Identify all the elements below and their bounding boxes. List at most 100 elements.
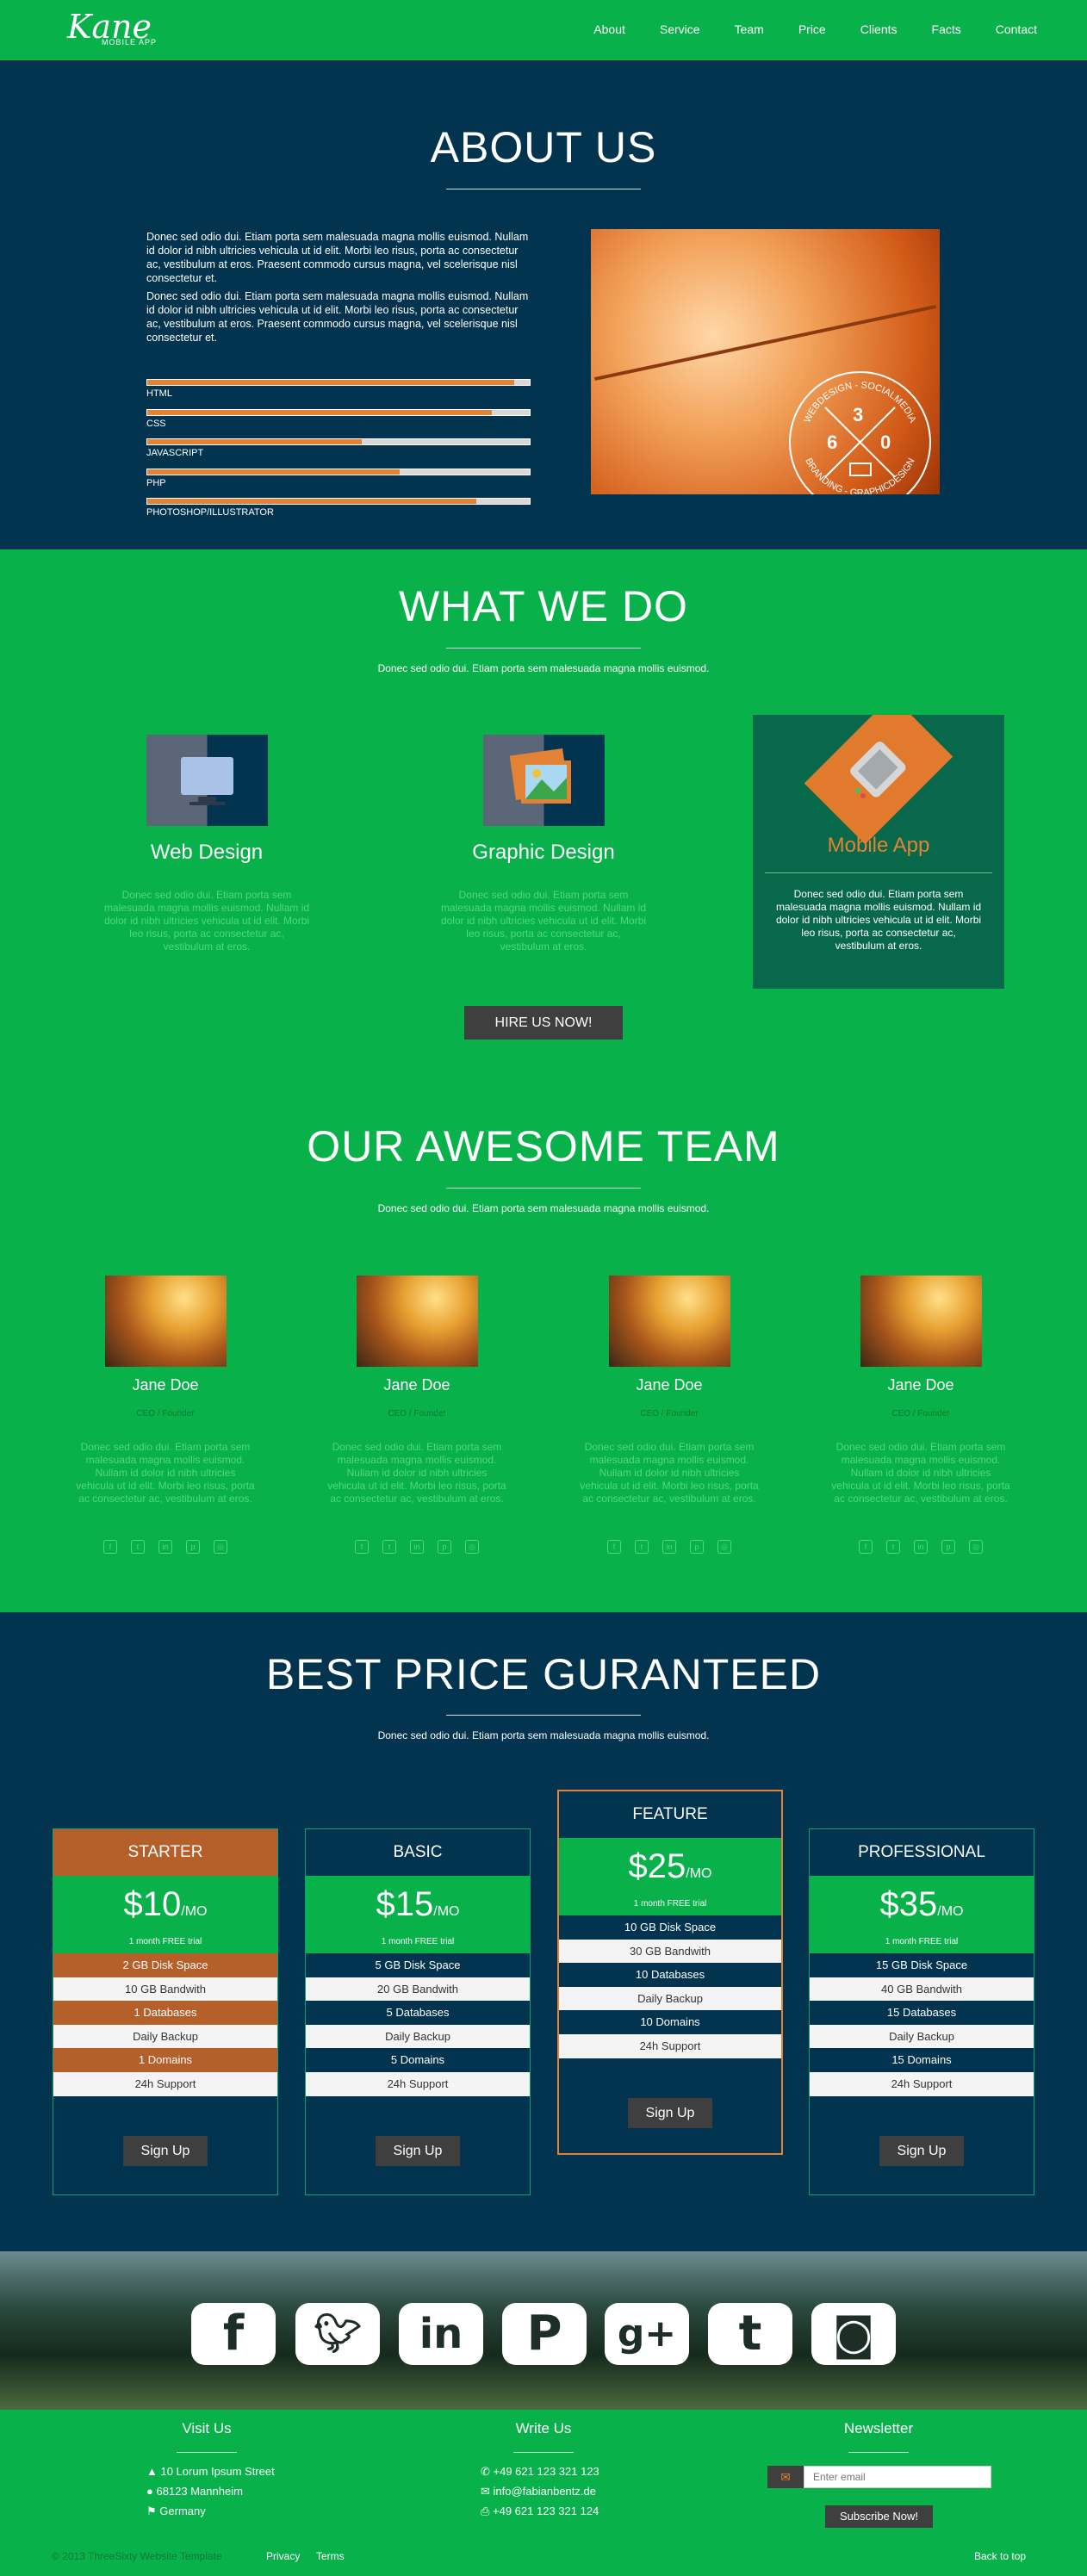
plan-feature: Daily Backup (306, 2024, 530, 2049)
footer-fax[interactable]: ⎙ +49 621 123 321 124 (481, 2505, 599, 2518)
plan-signup-button[interactable]: Sign Up (879, 2136, 964, 2166)
skill-bar (146, 498, 531, 505)
barbed-wire-graphic (594, 304, 936, 382)
menu-item-clients[interactable]: Clients (860, 22, 898, 36)
instagram-icon[interactable]: ◎ (717, 1540, 731, 1554)
facebook-icon[interactable]: f (103, 1540, 117, 1554)
plan-feature: 5 Domains (306, 2048, 530, 2072)
plan-price: $35 (879, 1885, 938, 1923)
twitter-icon[interactable]: t (131, 1540, 145, 1554)
back-to-top-link[interactable]: Back to top (974, 2550, 1026, 2562)
team-title-rule (446, 1188, 641, 1189)
plan-feature: 15 Domains (810, 2048, 1034, 2072)
facebook-icon[interactable]: f (191, 2303, 276, 2365)
plan-feature: Daily Backup (53, 2024, 277, 2049)
skill-bar-fill (147, 469, 401, 475)
plan-price: $15 (376, 1885, 434, 1923)
studio-badge: WEBDESIGN - SOCIALMEDIA BRANDING - GRAPH… (789, 371, 931, 494)
instagram-icon[interactable]: ◙ (811, 2303, 896, 2365)
monitor-icon (849, 462, 872, 476)
skill-bar (146, 409, 531, 416)
plan-name: STARTER (53, 1829, 277, 1876)
footer-email[interactable]: ✉ info@fabianbentz.de (481, 2485, 596, 2498)
pinterest-icon[interactable]: p (186, 1540, 200, 1554)
skill-bar-fill (147, 439, 362, 444)
footer-address-line: ● 68123 Mannheim (146, 2485, 243, 2498)
plan-feature: 24h Support (810, 2071, 1034, 2096)
skill-bar (146, 469, 531, 475)
pinterest-icon[interactable]: P (502, 2303, 587, 2365)
skill-javascript: JAVASCRIPT (146, 438, 531, 458)
newsletter-email-input[interactable] (804, 2466, 991, 2488)
tumblr-icon[interactable]: t (708, 2303, 792, 2365)
plan-signup-button[interactable]: Sign Up (628, 2098, 712, 2128)
pinterest-icon[interactable]: p (941, 1540, 955, 1554)
plan-card-feature: FEATURE $25/MO 1 month FREE trial 10 GB … (557, 1790, 783, 2155)
about-paragraph-2: Donec sed odio dui. Etiam porta sem male… (146, 290, 529, 344)
plan-card-starter: STARTER $10/MO 1 month FREE trial 2 GB D… (53, 1828, 278, 2195)
plan-signup-button[interactable]: Sign Up (376, 2136, 460, 2166)
plan-feature: 15 GB Disk Space (810, 1953, 1034, 1977)
plan-name: PROFESSIONAL (858, 1843, 985, 1861)
member-name: Jane Doe (383, 1376, 450, 1394)
instagram-icon[interactable]: ◎ (465, 1540, 479, 1554)
plan-trial-note: 1 month FREE trial (885, 1937, 959, 1946)
pin-icon: ● (146, 2485, 157, 2498)
pinterest-icon[interactable]: p (690, 1540, 704, 1554)
menu-item-about[interactable]: About (593, 22, 625, 36)
linkedin-icon[interactable]: in (410, 1540, 424, 1554)
service-text: Donec sed odio dui. Etiam porta sem male… (440, 889, 647, 953)
plan-card-basic: BASIC $15/MO 1 month FREE trial 5 GB Dis… (305, 1828, 531, 2195)
services-title: WHAT WE DO (399, 582, 688, 630)
plan-card-professional: PROFESSIONAL $35/MO 1 month FREE trial 1… (809, 1828, 1034, 2195)
twitter-icon[interactable]: t (886, 1540, 900, 1554)
plan-feature: 10 Domains (559, 2010, 781, 2034)
member-role: CEO / Founder (388, 1409, 446, 1418)
pricing-title-rule (446, 1715, 641, 1716)
twitter-icon[interactable]: 🐦︎ (295, 2303, 380, 2365)
menu-item-contact[interactable]: Contact (996, 22, 1037, 36)
menu-item-price[interactable]: Price (798, 22, 826, 36)
plan-feature: 2 GB Disk Space (53, 1953, 277, 1977)
facebook-icon[interactable]: f (607, 1540, 621, 1554)
plan-price-box: $10/MO 1 month FREE trial (53, 1876, 277, 1953)
badge-number: 3 (853, 404, 864, 425)
tablet-icon (804, 715, 953, 844)
linkedin-icon[interactable]: in (399, 2303, 483, 2365)
skill-label: PHP (146, 478, 166, 488)
print-icon: ⎙ (481, 2505, 494, 2517)
plan-price-box: $25/MO 1 month FREE trial (559, 1838, 781, 1915)
instagram-icon[interactable]: ◎ (214, 1540, 227, 1554)
menu-item-team[interactable]: Team (735, 22, 764, 36)
linkedin-icon[interactable]: in (914, 1540, 928, 1554)
twitter-icon[interactable]: t (635, 1540, 649, 1554)
plan-feature: 1 Databases (53, 2001, 277, 2025)
plan-feature: 40 GB Bandwith (810, 1977, 1034, 2002)
subscribe-button[interactable]: Subscribe Now! (825, 2505, 933, 2528)
skill-label: JAVASCRIPT (146, 448, 204, 458)
plan-signup-button[interactable]: Sign Up (123, 2136, 208, 2166)
google-plus-icon[interactable]: g+ (605, 2303, 689, 2365)
footer-newsletter-title: Newsletter (843, 2420, 914, 2436)
plan-feature: 24h Support (559, 2033, 781, 2058)
footer-link-terms[interactable]: Terms (316, 2550, 345, 2562)
facebook-icon[interactable]: f (859, 1540, 873, 1554)
twitter-icon[interactable]: t (382, 1540, 396, 1554)
linkedin-icon[interactable]: in (158, 1540, 172, 1554)
instagram-icon[interactable]: ◎ (969, 1540, 983, 1554)
footer-write-title: Write Us (515, 2420, 572, 2436)
flag-icon: ⚑ (146, 2505, 160, 2517)
plan-feature: 5 Databases (306, 2001, 530, 2025)
menu-item-service[interactable]: Service (660, 22, 700, 36)
linkedin-icon[interactable]: in (662, 1540, 676, 1554)
plan-trial-note: 1 month FREE trial (128, 1937, 202, 1946)
hire-us-button[interactable]: HIRE US NOW! (464, 1006, 623, 1040)
footer-address-line: ⚑ Germany (146, 2505, 206, 2517)
footer-phone[interactable]: ✆ +49 621 123 321 123 (481, 2465, 599, 2479)
footer-link-privacy[interactable]: Privacy (266, 2550, 300, 2562)
member-photo (357, 1276, 478, 1367)
pinterest-icon[interactable]: p (438, 1540, 451, 1554)
picture-icon (483, 735, 605, 826)
menu-item-facts[interactable]: Facts (932, 22, 961, 36)
facebook-icon[interactable]: f (355, 1540, 369, 1554)
